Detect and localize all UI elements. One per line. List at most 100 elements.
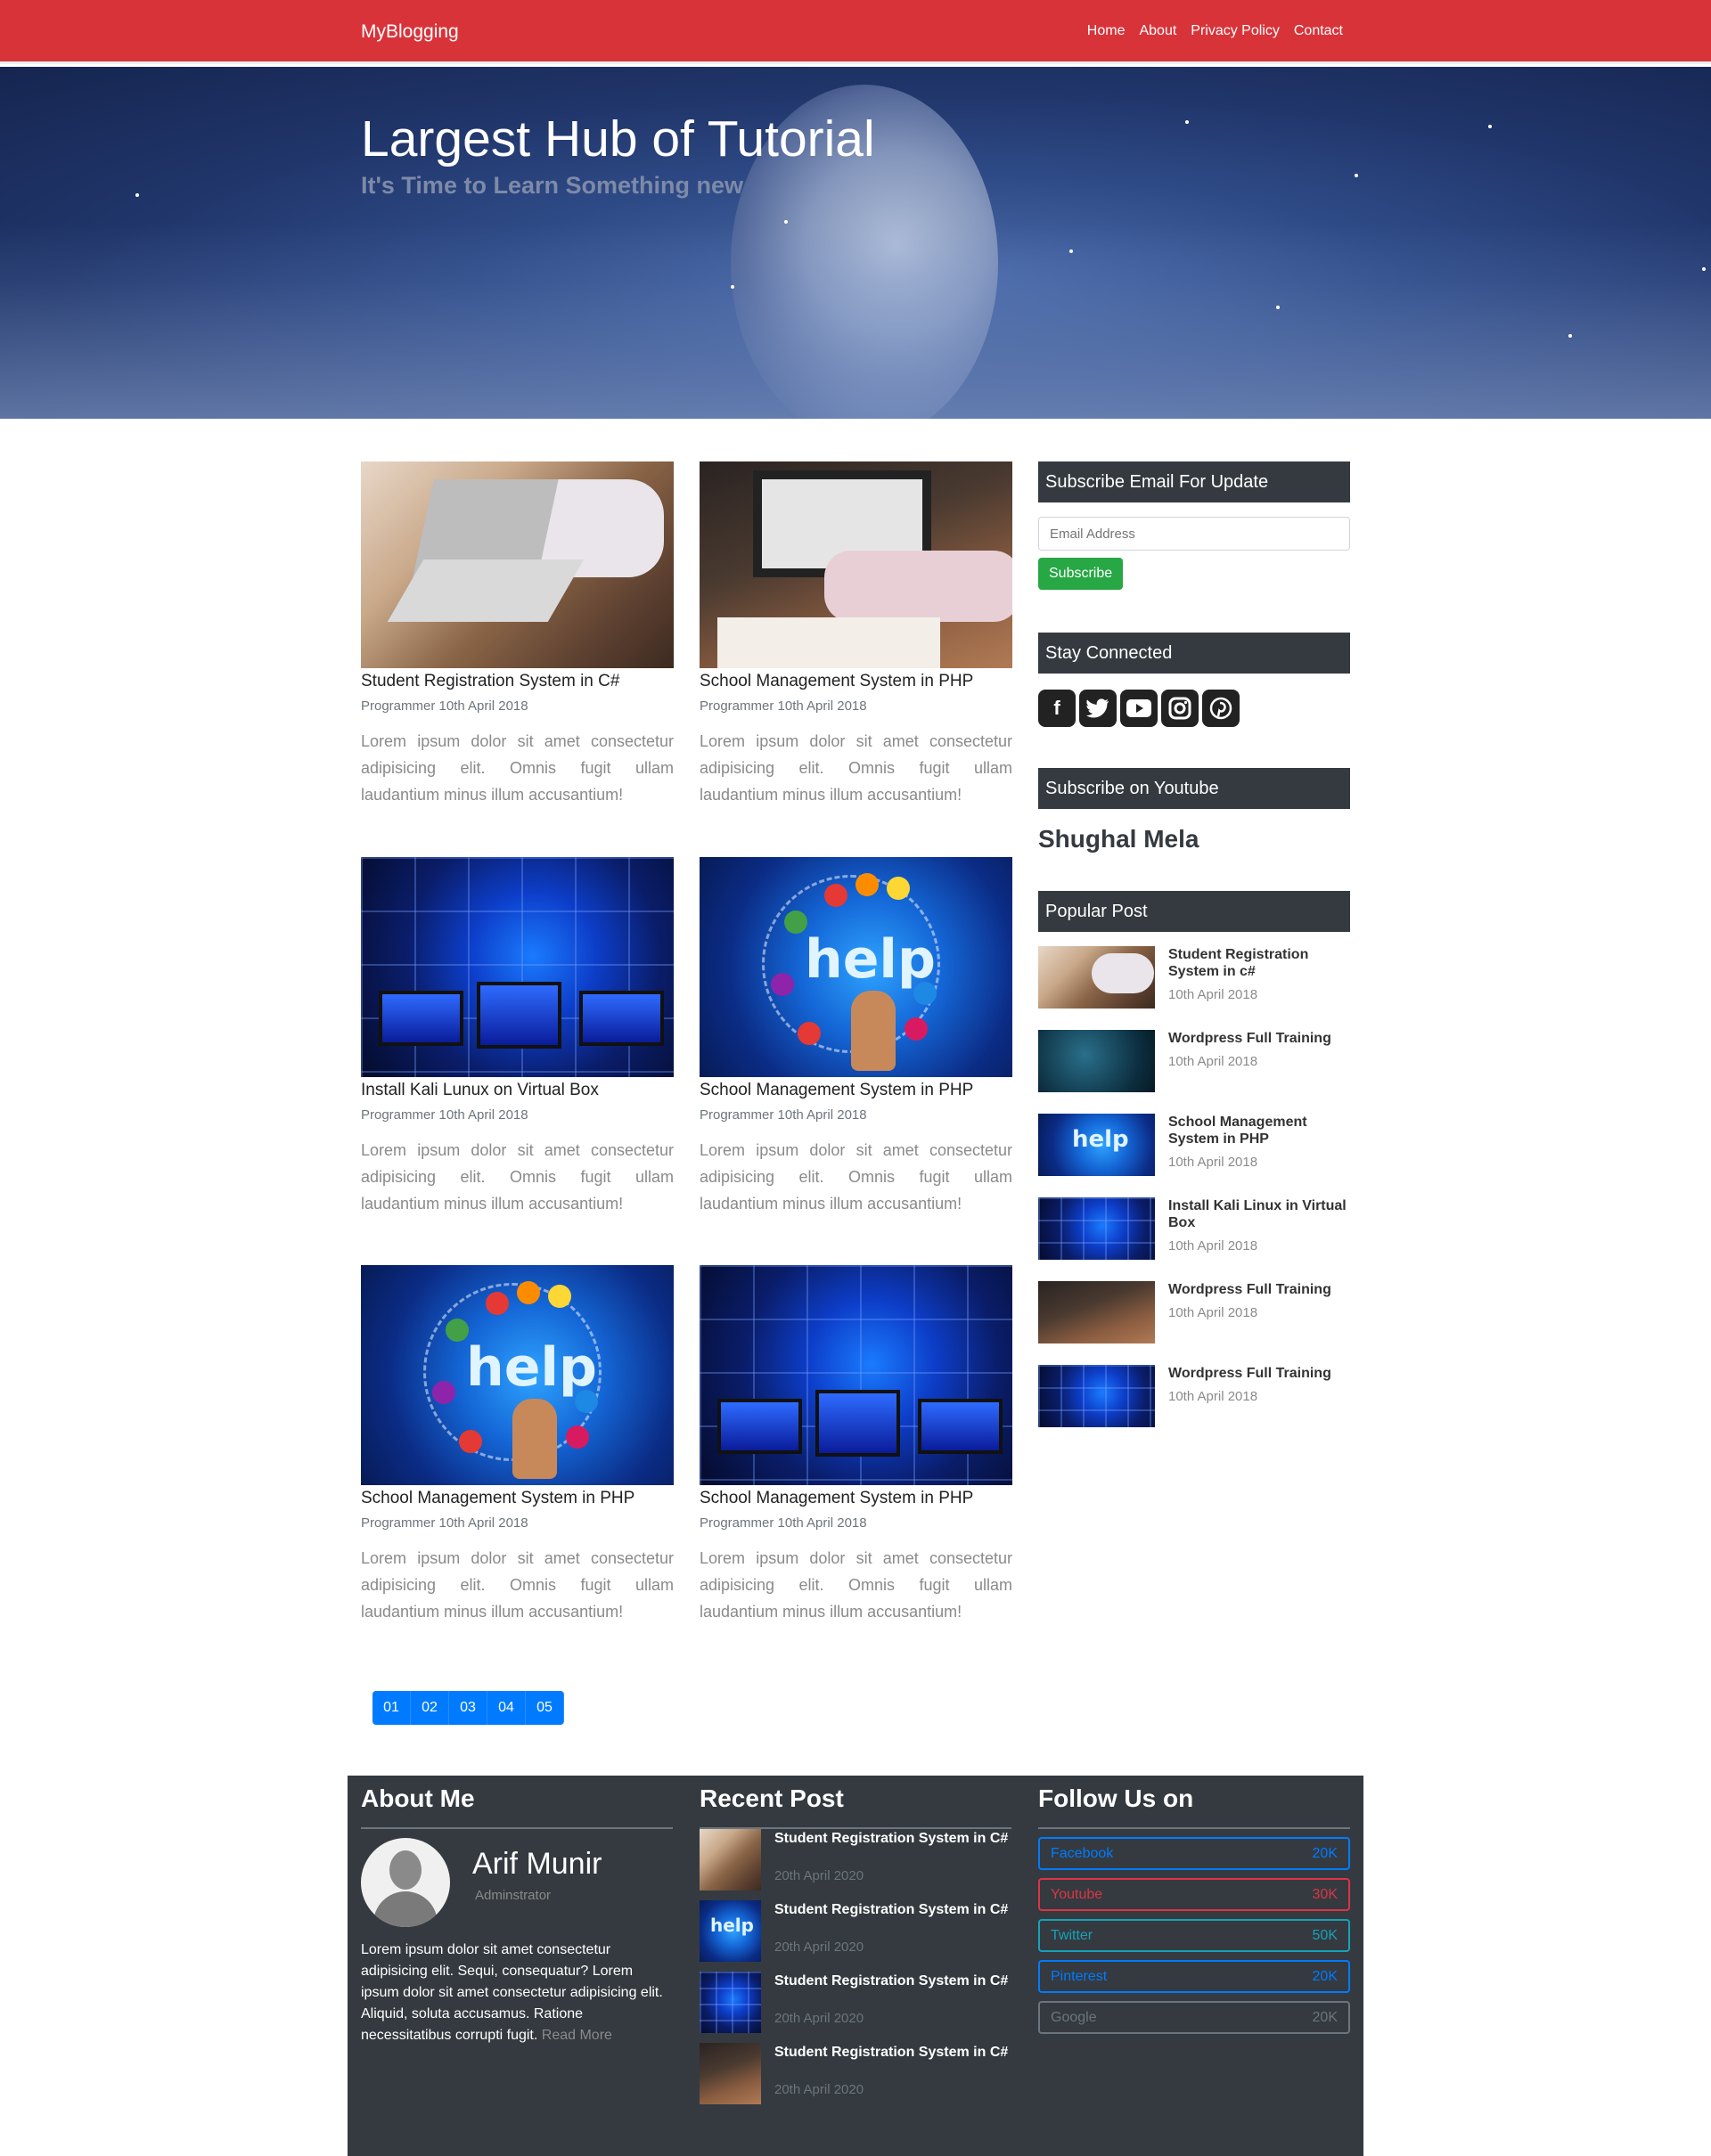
popular-post-image[interactable]: help <box>1038 1114 1155 1176</box>
popular-post-date: 10th April 2018 <box>1168 1054 1258 1069</box>
pinterest-icon[interactable] <box>1202 690 1240 727</box>
star <box>784 220 788 224</box>
post-card[interactable]: help School Management System in PHP Pro… <box>700 857 1012 1217</box>
subscribe-heading: Subscribe Email For Update <box>1038 461 1350 502</box>
recent-post-image[interactable] <box>700 1829 761 1891</box>
post-card[interactable]: Install Kali Lunux on Virtual Box Progra… <box>361 857 674 1217</box>
post-image[interactable] <box>700 1265 1012 1485</box>
page-button[interactable]: 03 <box>449 1691 487 1725</box>
post-meta: Programmer 10th April 2018 <box>361 698 528 714</box>
post-card[interactable]: Student Registration System in C# Progra… <box>361 461 674 808</box>
nav-contact-link[interactable]: Contact <box>1294 23 1343 39</box>
youtube-icon[interactable] <box>1120 690 1158 727</box>
page-button[interactable]: 01 <box>372 1691 411 1725</box>
star <box>1568 334 1572 338</box>
popular-post[interactable]: Wordpress Full Training 10th April 2018 <box>1038 1030 1350 1099</box>
recent-post-image[interactable] <box>700 2043 761 2104</box>
recent-post-title[interactable]: Student Registration System in C# <box>774 1973 1008 1989</box>
page-button[interactable]: 02 <box>411 1691 449 1725</box>
recent-post[interactable]: Student Registration System in C# 20th Ap… <box>700 1972 1011 2043</box>
read-more-link[interactable]: Read More <box>542 2028 612 2043</box>
popular-post[interactable]: Student Registration System in c# 10th Ap… <box>1038 946 1350 1016</box>
nav-links: Home About Privacy Policy Contact <box>1087 23 1343 39</box>
instagram-icon[interactable] <box>1161 690 1199 727</box>
post-title[interactable]: School Management System in PHP <box>700 672 1012 698</box>
post-image[interactable] <box>361 461 674 668</box>
nav-home-link[interactable]: Home <box>1087 23 1126 39</box>
popular-post-title[interactable]: School Management System in PHP <box>1168 1114 1350 1147</box>
popular-post-title[interactable]: Install Kali Linux in Virtual Box <box>1168 1197 1350 1231</box>
popular-post[interactable]: Wordpress Full Training 10th April 2018 <box>1038 1281 1350 1351</box>
follow-google[interactable]: Google 20K <box>1038 2001 1350 2034</box>
recent-post-title[interactable]: Student Registration System in C# <box>774 2045 1008 2061</box>
post-image[interactable] <box>700 461 1012 668</box>
post-image[interactable]: help <box>361 1265 674 1485</box>
nav-privacy-link[interactable]: Privacy Policy <box>1191 23 1280 39</box>
popular-post-image[interactable] <box>1038 1030 1155 1092</box>
popular-post-title[interactable]: Wordpress Full Training <box>1168 1030 1331 1047</box>
star <box>1185 120 1189 124</box>
footer: About Me Arif Munir Adminstrator Lorem i… <box>348 1776 1363 2156</box>
popular-post-image[interactable] <box>1038 1365 1155 1427</box>
recent-post[interactable]: help Student Registration System in C# 20… <box>700 1900 1011 1972</box>
popular-post-image[interactable] <box>1038 1281 1155 1343</box>
follow-label: Google <box>1051 2009 1097 2025</box>
popular-post-title[interactable]: Student Registration System in c# <box>1168 946 1350 980</box>
post-title[interactable]: School Management System in PHP <box>700 1489 1012 1515</box>
recent-post-title[interactable]: Student Registration System in C# <box>774 1902 1008 1918</box>
follow-count: 50K <box>1312 1927 1338 1943</box>
post-meta: Programmer 10th April 2018 <box>700 1515 867 1531</box>
post-excerpt: Lorem ipsum dolor sit amet consectetur a… <box>361 1141 674 1213</box>
post-title[interactable]: Student Registration System in C# <box>361 672 674 698</box>
post-title[interactable]: School Management System in PHP <box>361 1489 674 1515</box>
recent-post-image[interactable] <box>700 1972 761 2033</box>
post-excerpt: Lorem ipsum dolor sit amet consectetur a… <box>700 1549 1012 1621</box>
post-title[interactable]: School Management System in PHP <box>700 1081 1012 1107</box>
nav-about-link[interactable]: About <box>1139 23 1176 39</box>
channel-name[interactable]: Shughal Mela <box>1038 825 1350 853</box>
popular-post-title[interactable]: Wordpress Full Training <box>1168 1365 1331 1382</box>
post-title[interactable]: Install Kali Lunux on Virtual Box <box>361 1081 674 1107</box>
facebook-icon[interactable]: f <box>1038 690 1076 727</box>
follow-youtube[interactable]: Youtube 30K <box>1038 1878 1350 1911</box>
follow-count: 20K <box>1312 1845 1338 1861</box>
post-card[interactable]: School Management System in PHP Programm… <box>700 461 1012 808</box>
post-image[interactable]: help <box>700 857 1012 1077</box>
post-excerpt: Lorem ipsum dolor sit amet consectetur a… <box>700 1141 1012 1213</box>
about-paragraph: Lorem ipsum dolor sit amet consectetur a… <box>361 1942 663 2043</box>
popular-post-title[interactable]: Wordpress Full Training <box>1168 1281 1331 1298</box>
recent-post-date: 20th April 2020 <box>774 2011 864 2026</box>
follow-label: Youtube <box>1051 1886 1103 1902</box>
page-button[interactable]: 04 <box>487 1691 526 1725</box>
popular-post-image[interactable] <box>1038 1197 1155 1260</box>
recent-post[interactable]: Student Registration System in C# 20th Ap… <box>700 2043 1011 2114</box>
footer-recent: Recent Post Student Registration System … <box>700 1776 1011 2114</box>
recent-post[interactable]: Student Registration System in C# 20th Ap… <box>700 1829 1011 1900</box>
popular-post-date: 10th April 2018 <box>1168 1389 1258 1404</box>
follow-twitter[interactable]: Twitter 50K <box>1038 1919 1350 1952</box>
stay-connected-heading: Stay Connected <box>1038 633 1350 674</box>
hero-clouds <box>0 223 1711 419</box>
follow-facebook[interactable]: Facebook 20K <box>1038 1837 1350 1870</box>
pagination: 01 02 03 04 05 <box>372 1691 564 1725</box>
star <box>1069 249 1073 253</box>
popular-post[interactable]: help School Management System in PHP 10th… <box>1038 1114 1350 1183</box>
subscribe-button[interactable]: Subscribe <box>1038 558 1124 590</box>
recent-post-title[interactable]: Student Registration System in C# <box>774 1831 1008 1847</box>
recent-post-image[interactable]: help <box>700 1900 761 1962</box>
follow-pinterest[interactable]: Pinterest 20K <box>1038 1960 1350 1993</box>
page-button[interactable]: 05 <box>526 1691 564 1725</box>
popular-post[interactable]: Wordpress Full Training 10th April 2018 <box>1038 1365 1350 1434</box>
popular-post[interactable]: Install Kali Linux in Virtual Box 10th Ap… <box>1038 1197 1350 1267</box>
post-card[interactable]: School Management System in PHP Programm… <box>700 1265 1012 1625</box>
recent-post-date: 20th April 2020 <box>774 1940 864 1955</box>
star <box>135 193 139 197</box>
email-input[interactable] <box>1038 517 1350 551</box>
popular-post-image[interactable] <box>1038 946 1155 1009</box>
star <box>1355 174 1358 177</box>
brand-link[interactable]: MyBlogging <box>361 21 459 43</box>
post-card[interactable]: help School Management System in PHP Pro… <box>361 1265 674 1625</box>
twitter-icon[interactable] <box>1079 690 1117 727</box>
post-image[interactable] <box>361 857 674 1077</box>
about-text: Lorem ipsum dolor sit amet consectetur a… <box>361 1940 673 2046</box>
